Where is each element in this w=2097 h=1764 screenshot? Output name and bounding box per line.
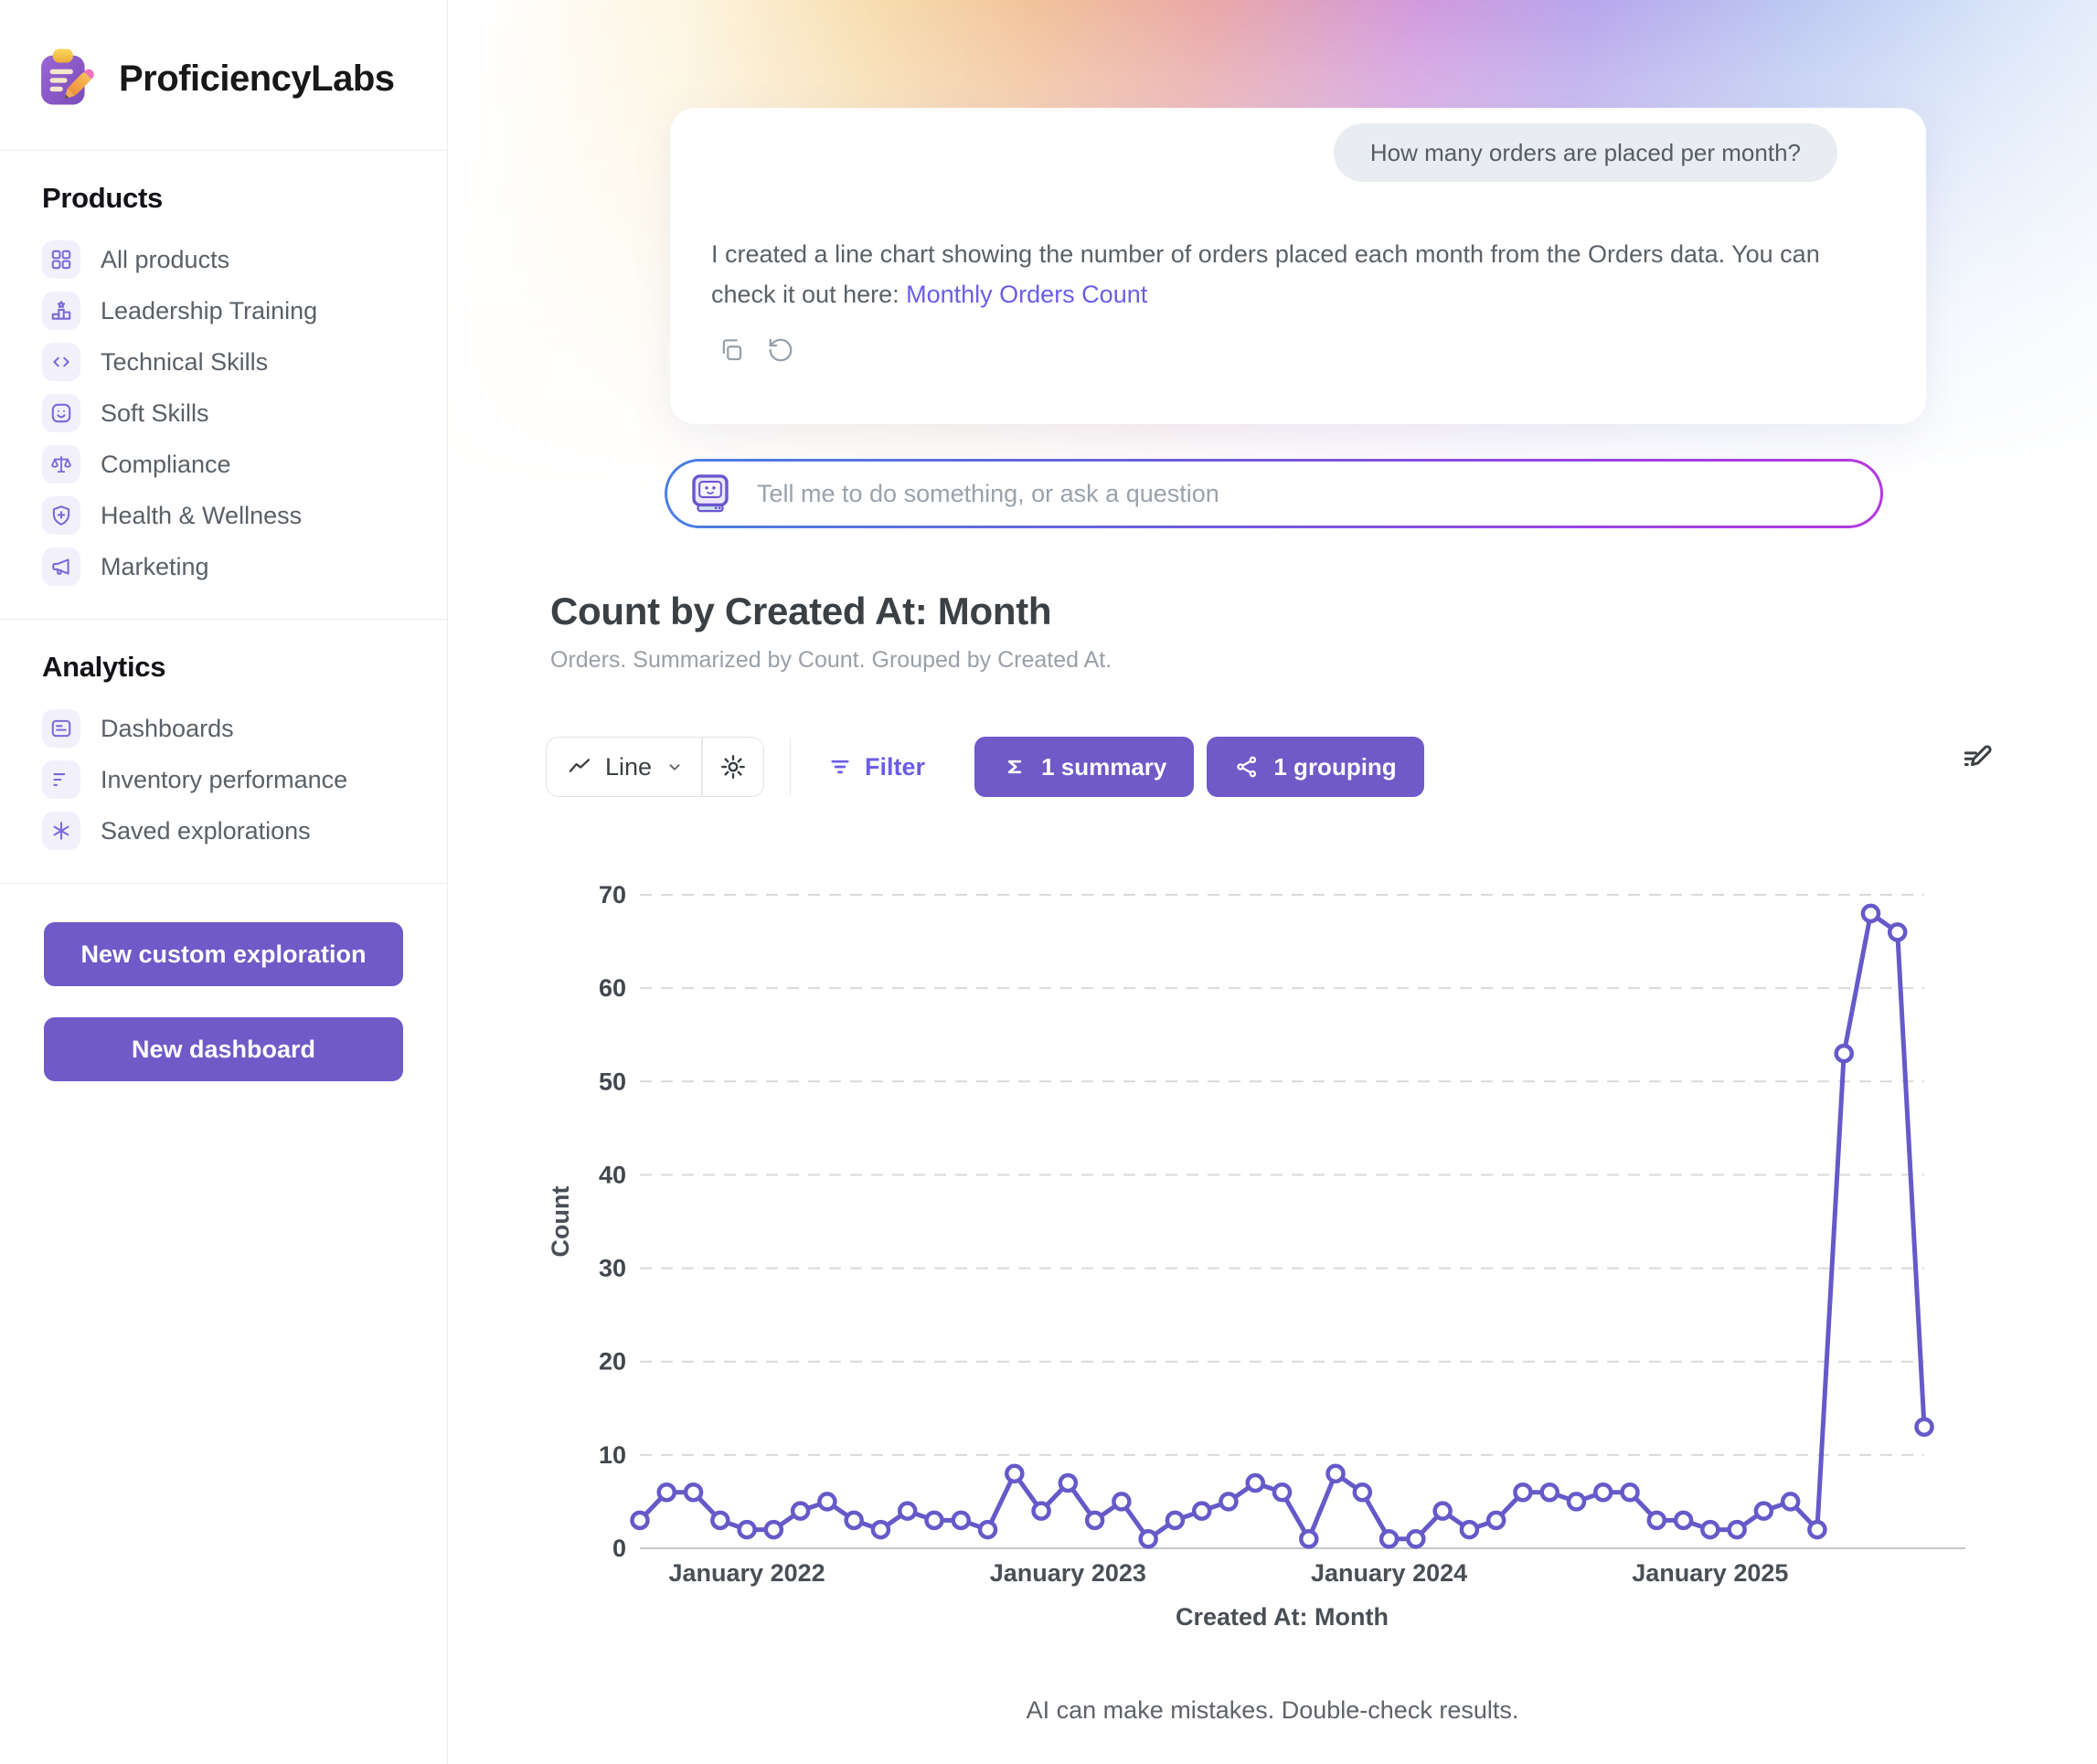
- smiley-icon: [42, 394, 80, 432]
- proficiencylabs-logo-icon: [31, 44, 101, 113]
- sidebar: ProficiencyLabs Products All products: [0, 0, 448, 1764]
- asterisk-icon: [42, 812, 80, 850]
- sidebar-item-all-products[interactable]: All products: [42, 240, 410, 279]
- svg-text:20: 20: [599, 1348, 626, 1376]
- megaphone-icon: [42, 547, 80, 586]
- main-content: How many orders are placed per month? I …: [448, 0, 2097, 1764]
- sidebar-item-label: Health & Wellness: [101, 502, 302, 530]
- edit-chart-button[interactable]: [1960, 742, 1995, 777]
- sidebar-item-marketing[interactable]: Marketing: [42, 547, 410, 586]
- gear-icon: [719, 753, 747, 781]
- orders-line-chart: 0 10 20 30 40 50 60 70 January 2022 January 2023 J…: [512, 850, 2097, 1654]
- sidebar-item-label: Compliance: [101, 451, 231, 479]
- svg-text:0: 0: [612, 1535, 626, 1562]
- svg-text:Created At: Month: Created At: Month: [1176, 1603, 1389, 1631]
- filter-lines-icon: [42, 760, 80, 799]
- sidebar-item-label: Dashboards: [101, 715, 234, 743]
- chart-settings-button[interactable]: [703, 753, 763, 781]
- branch-icon: [1234, 754, 1260, 780]
- code-icon: [42, 343, 80, 381]
- sidebar-item-label: All products: [101, 246, 229, 274]
- products-section: Products All products Leaders: [0, 151, 447, 619]
- prompt-input-container: [665, 459, 1883, 528]
- new-custom-exploration-button[interactable]: New custom exploration: [44, 922, 403, 986]
- sidebar-item-label: Marketing: [101, 553, 209, 581]
- edit-pencil-icon: [1960, 742, 1995, 777]
- sidebar-buttons: New custom exploration New dashboard: [0, 884, 447, 1120]
- sidebar-item-dashboards[interactable]: Dashboards: [42, 709, 410, 748]
- svg-text:30: 30: [599, 1255, 626, 1282]
- scales-icon: [42, 445, 80, 484]
- filter-label: Filter: [865, 753, 925, 781]
- sidebar-item-compliance[interactable]: Compliance: [42, 445, 410, 484]
- chart-type-label: Line: [605, 753, 652, 781]
- filter-button[interactable]: Filter: [816, 753, 936, 781]
- sidebar-item-label: Leadership Training: [101, 297, 317, 325]
- retry-icon[interactable]: [767, 336, 794, 364]
- assistant-message: I created a line chart showing the numbe…: [711, 234, 1854, 314]
- sidebar-item-label: Saved explorations: [101, 817, 311, 845]
- analytics-heading: Analytics: [42, 651, 410, 684]
- brand-name: ProficiencyLabs: [119, 58, 395, 100]
- products-heading: Products: [42, 182, 410, 215]
- svg-text:40: 40: [599, 1161, 626, 1188]
- svg-text:60: 60: [599, 974, 626, 1002]
- shield-plus-icon: [42, 496, 80, 535]
- sidebar-item-saved-explorations[interactable]: Saved explorations: [42, 812, 410, 850]
- assistant-message-text: I created a line chart showing the numbe…: [711, 240, 1820, 308]
- svg-text:10: 10: [599, 1441, 626, 1469]
- sidebar-item-technical-skills[interactable]: Technical Skills: [42, 343, 410, 381]
- line-chart-icon: [567, 754, 592, 780]
- chart-area: 0 10 20 30 40 50 60 70 January 2022 January 2023 J…: [512, 850, 2097, 1654]
- chart-controls: Line: [546, 737, 1424, 797]
- analytics-section: Analytics Dashboards Inventory performan…: [0, 620, 447, 883]
- monthly-orders-count-link[interactable]: Monthly Orders Count: [906, 281, 1147, 308]
- sidebar-item-label: Soft Skills: [101, 399, 209, 428]
- svg-text:January 2022: January 2022: [669, 1559, 825, 1587]
- app-window: ProficiencyLabs Products All products: [0, 0, 2097, 1764]
- sidebar-item-leadership-training[interactable]: Leadership Training: [42, 292, 410, 330]
- summary-button[interactable]: 1 summary: [974, 737, 1194, 797]
- robot-icon: [686, 469, 735, 518]
- svg-text:January 2023: January 2023: [990, 1559, 1146, 1587]
- chart-type-box: Line: [546, 737, 764, 797]
- sigma-icon: [1002, 754, 1027, 780]
- dashboard-icon: [42, 709, 80, 748]
- sidebar-item-inventory-performance[interactable]: Inventory performance: [42, 760, 410, 799]
- grid-icon: [42, 240, 80, 279]
- ai-disclaimer: AI can make mistakes. Double-check resul…: [448, 1696, 2097, 1725]
- grouping-button[interactable]: 1 grouping: [1207, 737, 1423, 797]
- controls-divider: [790, 739, 792, 795]
- brand: ProficiencyLabs: [0, 0, 447, 150]
- grouping-label: 1 grouping: [1273, 753, 1396, 781]
- svg-text:Count: Count: [547, 1186, 574, 1258]
- filter-icon: [827, 754, 853, 780]
- message-actions: [718, 336, 794, 364]
- svg-text:50: 50: [599, 1068, 626, 1095]
- page-title: Count by Created At: Month: [550, 590, 1051, 633]
- chevron-down-icon: [665, 757, 685, 777]
- copy-icon[interactable]: [718, 336, 745, 364]
- svg-text:70: 70: [599, 881, 626, 909]
- svg-text:January 2025: January 2025: [1632, 1559, 1788, 1587]
- chat-card: How many orders are placed per month? I …: [670, 108, 1926, 424]
- new-dashboard-button[interactable]: New dashboard: [44, 1017, 403, 1081]
- user-message-bubble: How many orders are placed per month?: [1334, 123, 1837, 182]
- prompt-input[interactable]: [757, 480, 1853, 508]
- summary-label: 1 summary: [1041, 753, 1166, 781]
- podium-icon: [42, 292, 80, 330]
- sidebar-item-health-wellness[interactable]: Health & Wellness: [42, 496, 410, 535]
- page-subtitle: Orders. Summarized by Count. Grouped by …: [550, 647, 1112, 674]
- svg-text:January 2024: January 2024: [1311, 1559, 1467, 1587]
- chart-type-dropdown[interactable]: Line: [547, 738, 701, 796]
- sidebar-item-label: Inventory performance: [101, 766, 347, 794]
- sidebar-item-soft-skills[interactable]: Soft Skills: [42, 394, 410, 432]
- sidebar-item-label: Technical Skills: [101, 348, 268, 377]
